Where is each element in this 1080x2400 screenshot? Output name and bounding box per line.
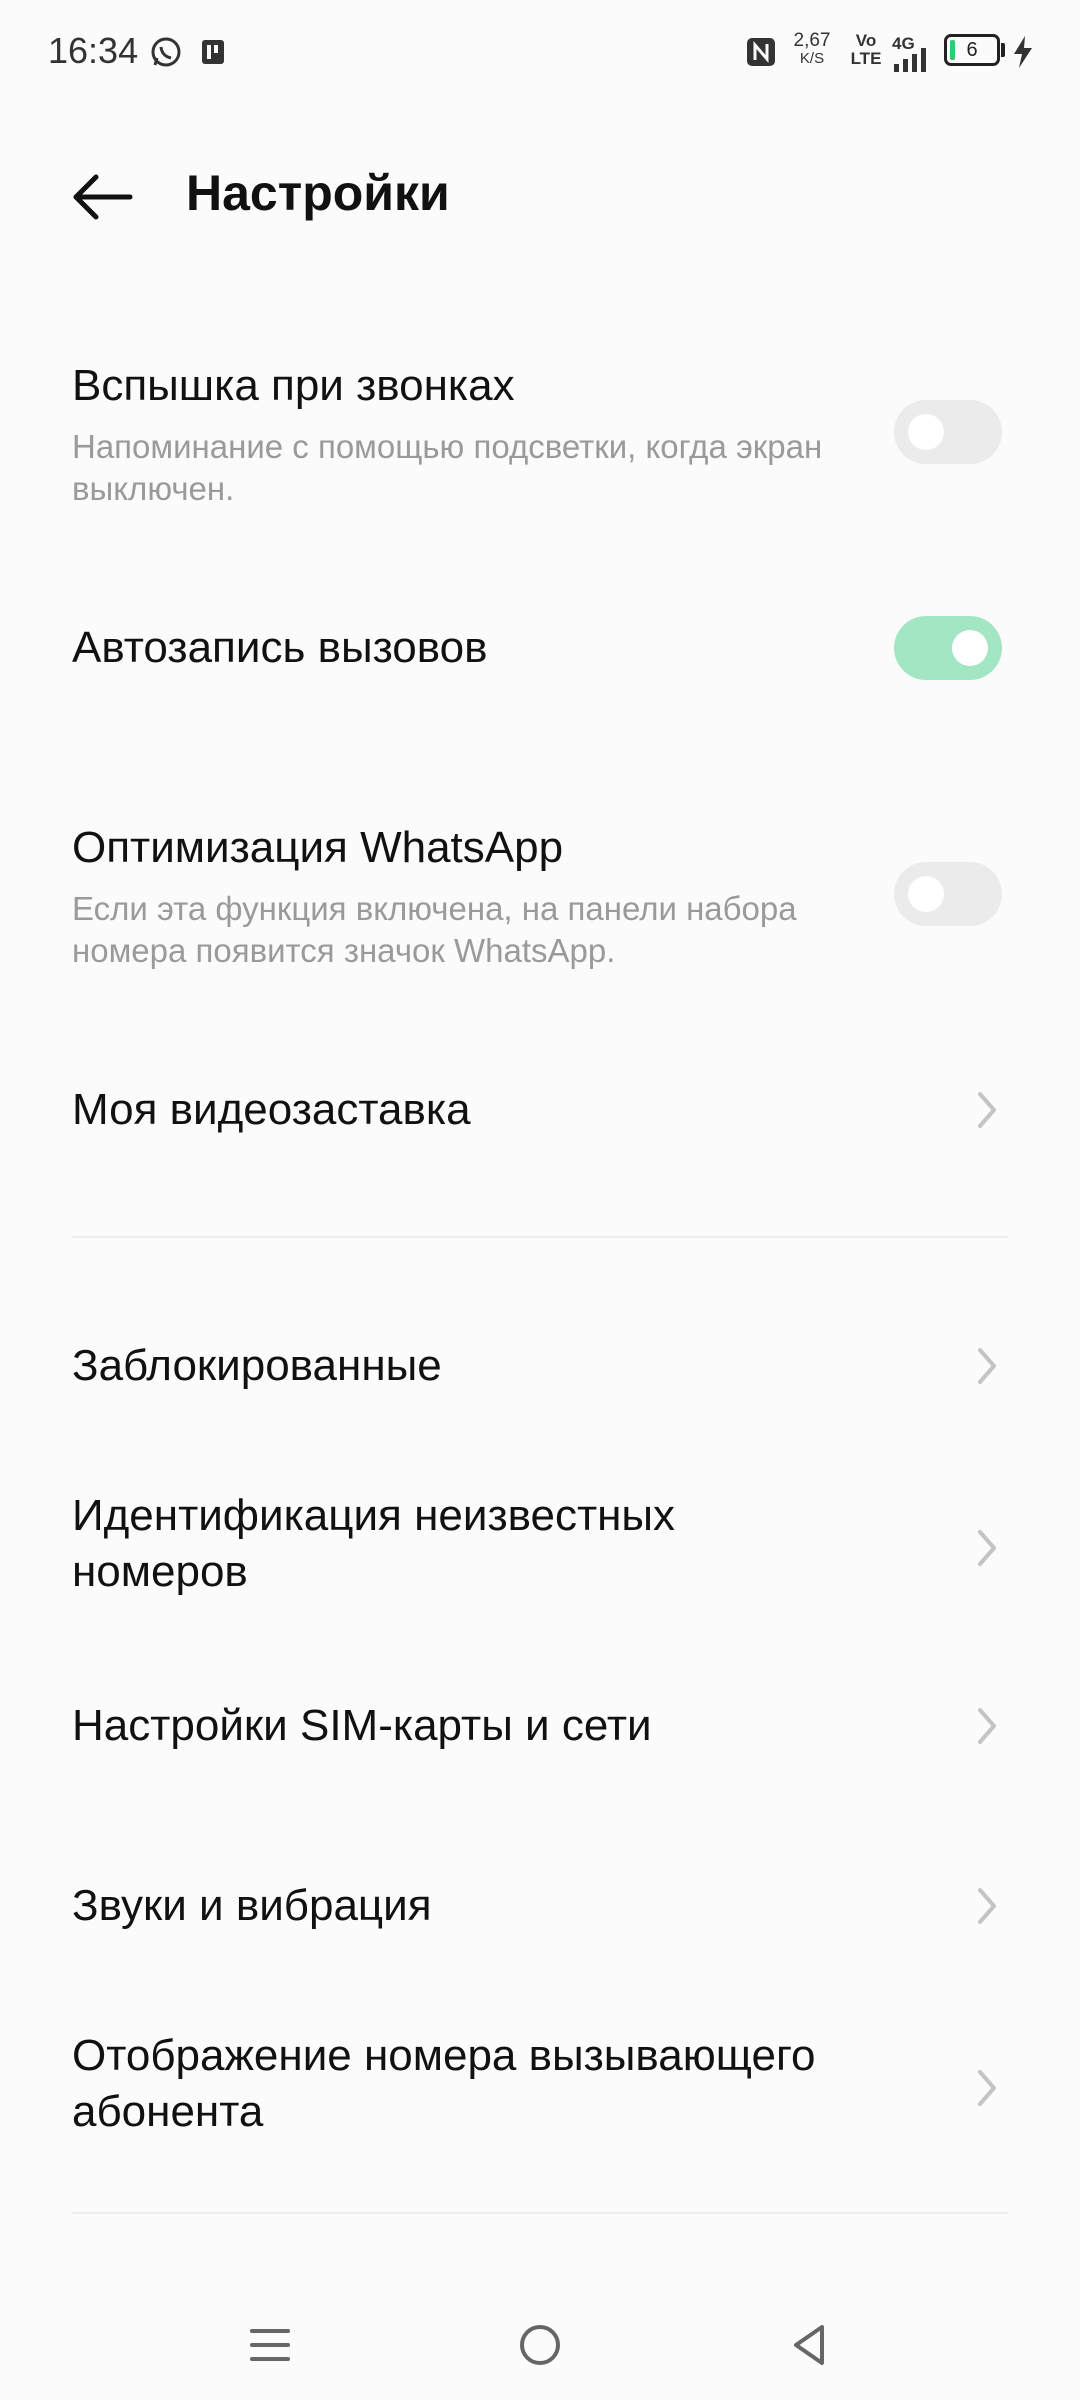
menu-icon [250, 2329, 290, 2361]
net-speed: 2,67 K/S [786, 30, 838, 68]
net-speed-value: 2,67 [793, 30, 831, 51]
setting-title: Отображение номера вызывающего абонента [72, 2031, 816, 2136]
setting-sim-network[interactable]: Настройки SIM-карты и сети [0, 1676, 1080, 1776]
toggle-knob [908, 876, 944, 912]
toggle-knob [908, 414, 944, 450]
toggle-knob [952, 630, 988, 666]
page-title: Настройки [186, 165, 450, 221]
recent-apps-button[interactable] [225, 2300, 315, 2390]
setting-whatsapp-optimization[interactable]: Оптимизация WhatsApp Если эта функция вк… [0, 812, 1080, 992]
volte-top: Vo [855, 31, 877, 50]
signal-icon [894, 48, 926, 72]
status-bar: 16:34 2,67 K/S Vo LTE 4G 6 [0, 0, 1080, 110]
bottom-divider [72, 2212, 1008, 2214]
battery-icon: 6 [944, 34, 1000, 66]
setting-subtitle: Если эта функция включена, на панели наб… [72, 890, 797, 969]
system-back-button[interactable] [765, 2300, 855, 2390]
section-divider [72, 1236, 1008, 1238]
volte-indicator: Vo LTE [846, 32, 886, 68]
setting-caller-id-display[interactable]: Отображение номера вызывающего абонента [0, 2020, 1080, 2170]
home-icon [520, 2325, 560, 2365]
setting-title: Заблокированные [72, 1341, 442, 1390]
setting-title: Звуки и вибрация [72, 1881, 432, 1930]
nfc-icon [747, 38, 775, 66]
setting-video-ringtone[interactable]: Моя видеозаставка [0, 1060, 1080, 1160]
header: Настройки [0, 150, 1080, 240]
chevron-right-icon [978, 1348, 996, 1384]
setting-title: Моя видеозаставка [72, 1085, 471, 1134]
setting-title: Автозапись вызовов [72, 623, 488, 672]
setting-blocked[interactable]: Заблокированные [0, 1316, 1080, 1416]
navigation-bar [0, 2290, 1080, 2400]
whatsapp-optimization-toggle[interactable] [894, 862, 1002, 926]
setting-sounds-vibration[interactable]: Звуки и вибрация [0, 1856, 1080, 1956]
setting-title: Настройки SIM-карты и сети [72, 1701, 652, 1750]
chevron-right-icon [978, 2070, 996, 2106]
setting-title: Вспышка при звонках [72, 361, 515, 410]
battery-level: 6 [966, 39, 978, 61]
setting-auto-record[interactable]: Автозапись вызовов [0, 590, 1080, 710]
volte-bottom: LTE [850, 49, 882, 68]
chevron-right-icon [978, 1708, 996, 1744]
setting-title: Идентификация неизвестных номеров [72, 1491, 676, 1596]
chevron-right-icon [978, 1092, 996, 1128]
home-button[interactable] [495, 2300, 585, 2390]
charging-icon [1014, 36, 1032, 68]
chevron-right-icon [978, 1530, 996, 1566]
back-button[interactable] [62, 162, 142, 232]
setting-flash-on-calls[interactable]: Вспышка при звонках Напоминание с помощь… [0, 350, 1080, 530]
whatsapp-icon [151, 37, 181, 67]
flash-on-calls-toggle[interactable] [894, 400, 1002, 464]
net-speed-unit: K/S [799, 50, 825, 67]
back-icon [794, 2325, 824, 2365]
chevron-right-icon [978, 1888, 996, 1924]
setting-subtitle: Напоминание с помощью подсветки, когда э… [72, 428, 823, 507]
back-arrow-icon [73, 174, 133, 220]
battery-tip [1001, 43, 1005, 57]
notification-icon [202, 40, 224, 64]
status-time: 16:34 [48, 30, 139, 71]
setting-title: Оптимизация WhatsApp [72, 823, 564, 872]
setting-unknown-number-id[interactable]: Идентификация неизвестных номеров [0, 1480, 1080, 1630]
auto-record-toggle[interactable] [894, 616, 1002, 680]
